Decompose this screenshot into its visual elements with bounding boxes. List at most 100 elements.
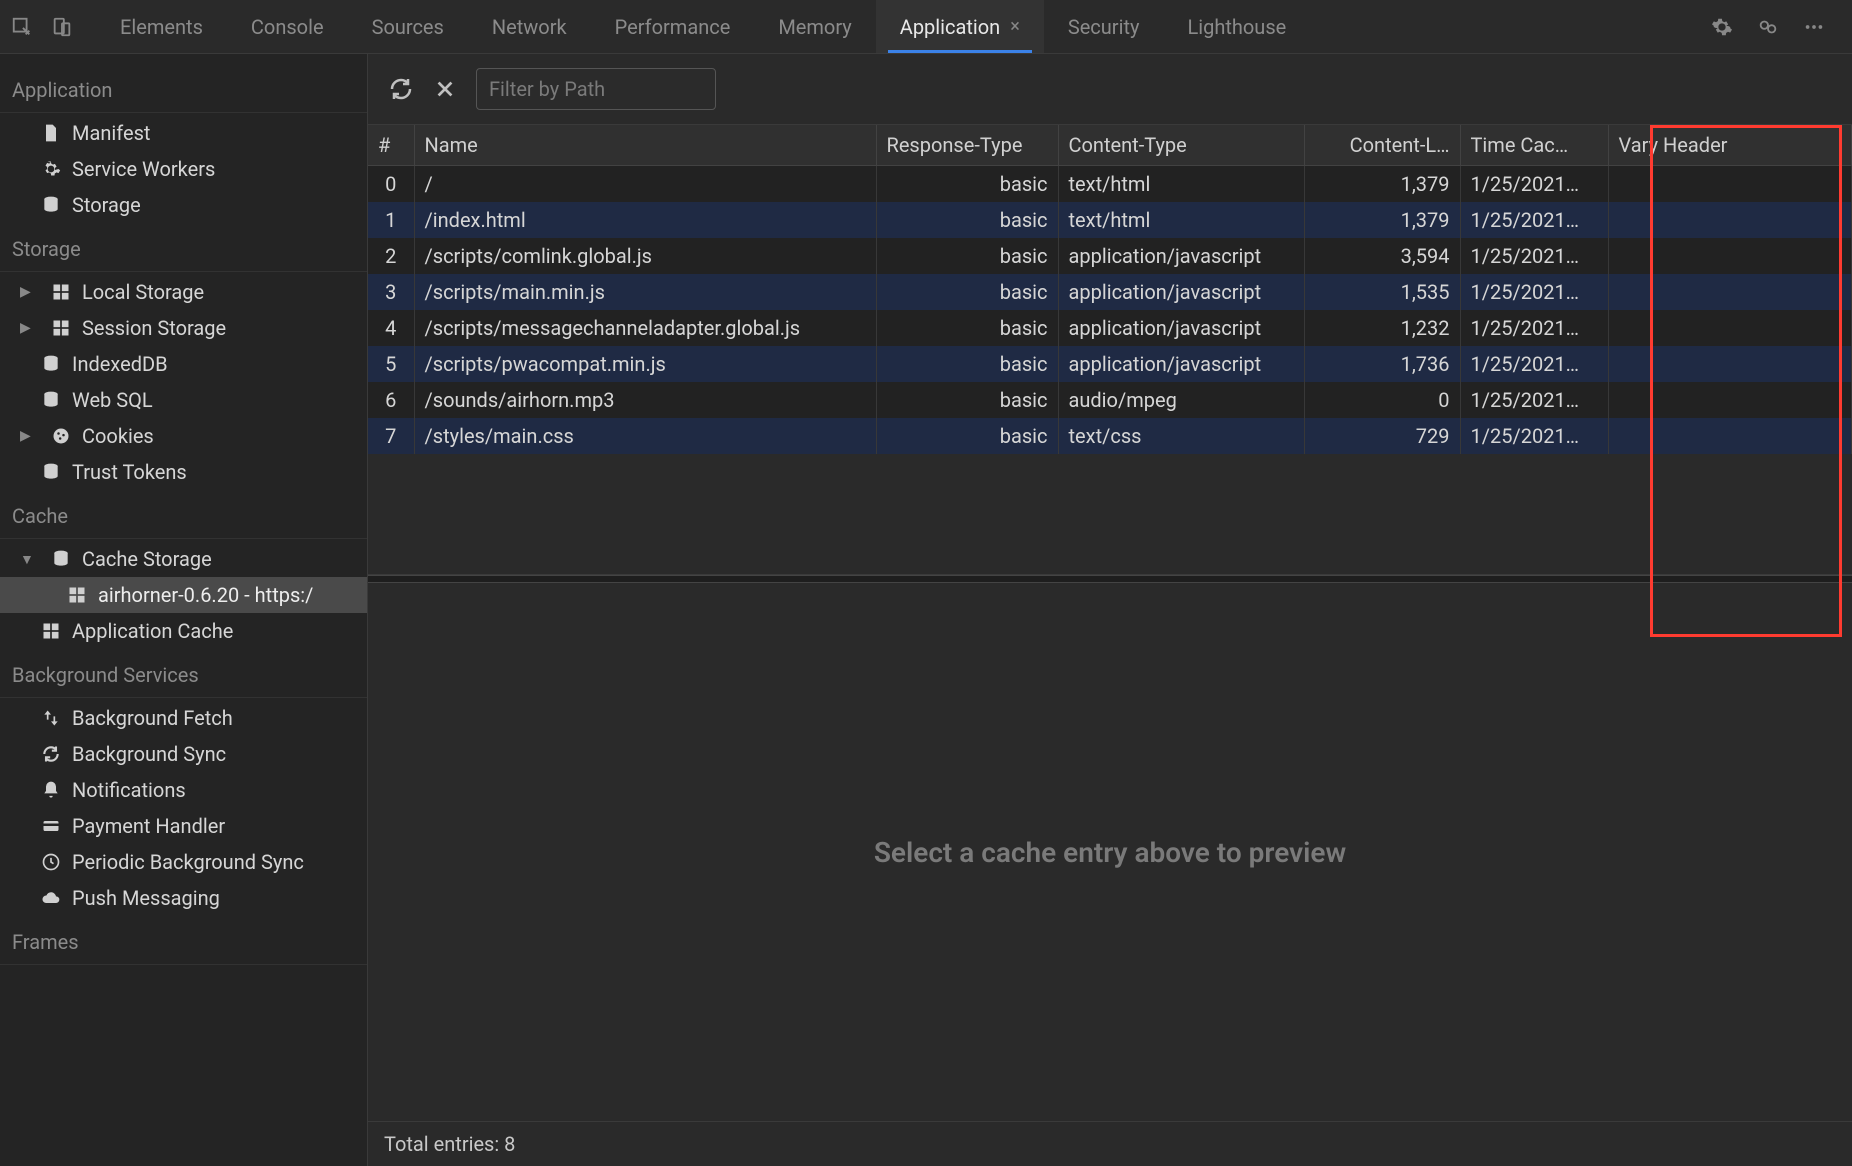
sidebar-item-label: Background Sync — [72, 742, 226, 766]
cell-clen: 1,535 — [1304, 274, 1460, 310]
sidebar-item-cookies[interactable]: ▶Cookies — [0, 418, 367, 454]
sidebar-item-application-cache[interactable]: Application Cache — [0, 613, 367, 649]
col-index[interactable]: # — [368, 125, 414, 166]
cell-idx: 5 — [368, 346, 414, 382]
cell-vary — [1608, 238, 1852, 274]
table-row[interactable]: 0/basictext/html1,3791/25/2021… — [368, 166, 1852, 203]
cache-table: # Name Response-Type Content-Type Conten… — [368, 125, 1852, 574]
table-row[interactable]: 4/scripts/messagechanneladapter.global.j… — [368, 310, 1852, 346]
cell-name: / — [414, 166, 876, 203]
close-icon[interactable] — [432, 76, 458, 102]
tab-network[interactable]: Network — [468, 0, 591, 53]
sidebar-item-trust-tokens[interactable]: Trust Tokens — [0, 454, 367, 490]
sidebar-item-airhorner-0-6-20-https-[interactable]: airhorner-0.6.20 - https:/ — [0, 577, 367, 613]
sidebar-item-background-fetch[interactable]: Background Fetch — [0, 700, 367, 736]
table-row[interactable]: 3/scripts/main.min.jsbasicapplication/ja… — [368, 274, 1852, 310]
sidebar-item-background-sync[interactable]: Background Sync — [0, 736, 367, 772]
device-toggle-icon[interactable] — [48, 13, 76, 41]
sidebar-section-frames: Frames — [0, 916, 367, 965]
cell-ctype: audio/mpeg — [1058, 382, 1304, 418]
kebab-menu-icon[interactable] — [1800, 13, 1828, 41]
sidebar-item-service-workers[interactable]: Service Workers — [0, 151, 367, 187]
col-response-type[interactable]: Response-Type — [876, 125, 1058, 166]
bell-icon — [40, 779, 62, 801]
sidebar-item-local-storage[interactable]: ▶Local Storage — [0, 274, 367, 310]
cell-idx: 7 — [368, 418, 414, 454]
table-row[interactable]: 6/sounds/airhorn.mp3basicaudio/mpeg01/25… — [368, 382, 1852, 418]
topbar-right — [1692, 13, 1844, 41]
cell-clen: 1,232 — [1304, 310, 1460, 346]
chevron-right-icon[interactable]: ▶ — [20, 284, 34, 300]
tab-console[interactable]: Console — [227, 0, 348, 53]
tab-elements[interactable]: Elements — [96, 0, 227, 53]
col-time-cached[interactable]: Time Cac… — [1460, 125, 1608, 166]
sidebar-item-label: Service Workers — [72, 157, 215, 181]
updown-icon — [40, 707, 62, 729]
col-name[interactable]: Name — [414, 125, 876, 166]
refresh-icon[interactable] — [388, 76, 414, 102]
horizontal-resize-handle[interactable] — [368, 575, 1852, 583]
sidebar-item-storage[interactable]: Storage — [0, 187, 367, 223]
cell-name: /scripts/comlink.global.js — [414, 238, 876, 274]
table-row[interactable]: 2/scripts/comlink.global.jsbasicapplicat… — [368, 238, 1852, 274]
cell-name: /styles/main.css — [414, 418, 876, 454]
cell-resp: basic — [876, 274, 1058, 310]
sidebar-item-label: Storage — [72, 193, 141, 217]
tab-memory[interactable]: Memory — [754, 0, 875, 53]
chevron-right-icon[interactable]: ▶ — [20, 320, 34, 336]
clock-icon — [40, 851, 62, 873]
col-content-length[interactable]: Content-L… — [1304, 125, 1460, 166]
cell-time: 1/25/2021… — [1460, 310, 1608, 346]
cell-ctype: application/javascript — [1058, 274, 1304, 310]
close-icon[interactable]: × — [1010, 16, 1020, 37]
sidebar-item-label: Manifest — [72, 121, 150, 145]
sidebar-item-periodic-background-sync[interactable]: Periodic Background Sync — [0, 844, 367, 880]
tab-lighthouse[interactable]: Lighthouse — [1163, 0, 1310, 53]
cell-vary — [1608, 202, 1852, 238]
cell-ctype: application/javascript — [1058, 346, 1304, 382]
preview-empty-message: Select a cache entry above to preview — [874, 836, 1346, 869]
sidebar-item-payment-handler[interactable]: Payment Handler — [0, 808, 367, 844]
application-sidebar[interactable]: ApplicationManifestService WorkersStorag… — [0, 54, 368, 1166]
tab-security[interactable]: Security — [1044, 0, 1164, 53]
sidebar-item-session-storage[interactable]: ▶Session Storage — [0, 310, 367, 346]
cell-ctype: text/css — [1058, 418, 1304, 454]
settings-gear-icon[interactable] — [1708, 13, 1736, 41]
col-vary-header[interactable]: Vary Header — [1608, 125, 1852, 166]
sidebar-item-push-messaging[interactable]: Push Messaging — [0, 880, 367, 916]
chevron-down-icon[interactable]: ▼ — [20, 551, 34, 568]
sidebar-item-indexeddb[interactable]: IndexedDB — [0, 346, 367, 382]
cell-ctype: application/javascript — [1058, 238, 1304, 274]
devtools-tabs: ElementsConsole Sources NetworkPerformance… — [96, 0, 1692, 53]
tab-label: Sources — [372, 15, 444, 39]
db-icon — [40, 194, 62, 216]
tab-label: Memory — [778, 15, 851, 39]
tab-sources[interactable]: Sources — [348, 0, 468, 53]
sidebar-item-manifest[interactable]: Manifest — [0, 115, 367, 151]
sidebar-item-label: Web SQL — [72, 388, 153, 412]
sidebar-item-label: Payment Handler — [72, 814, 225, 838]
sidebar-item-cache-storage[interactable]: ▼ Cache Storage — [0, 541, 367, 577]
table-row[interactable]: 7/styles/main.cssbasictext/css7291/25/20… — [368, 418, 1852, 454]
table-row[interactable]: 1/index.htmlbasictext/html1,3791/25/2021… — [368, 202, 1852, 238]
tab-application[interactable]: Application× — [876, 0, 1044, 53]
cell-resp: basic — [876, 418, 1058, 454]
cell-idx: 6 — [368, 382, 414, 418]
sidebar-item-label: Cache Storage — [82, 547, 212, 571]
grid-icon — [50, 317, 72, 339]
cell-resp: basic — [876, 238, 1058, 274]
table-row[interactable]: 5/scripts/pwacompat.min.jsbasicapplicati… — [368, 346, 1852, 382]
cache-toolbar — [368, 54, 1852, 125]
chevron-right-icon[interactable]: ▶ — [20, 428, 34, 444]
filter-input[interactable] — [476, 68, 716, 110]
sidebar-item-web-sql[interactable]: Web SQL — [0, 382, 367, 418]
cell-vary — [1608, 346, 1852, 382]
inspect-icon[interactable] — [8, 13, 36, 41]
preview-pane: Select a cache entry above to preview — [368, 583, 1852, 1121]
tab-performance[interactable]: Performance — [591, 0, 755, 53]
more-tools-icon[interactable] — [1754, 13, 1782, 41]
sidebar-item-label: Background Fetch — [72, 706, 233, 730]
cell-ctype: text/html — [1058, 166, 1304, 203]
col-content-type[interactable]: Content-Type — [1058, 125, 1304, 166]
sidebar-item-notifications[interactable]: Notifications — [0, 772, 367, 808]
